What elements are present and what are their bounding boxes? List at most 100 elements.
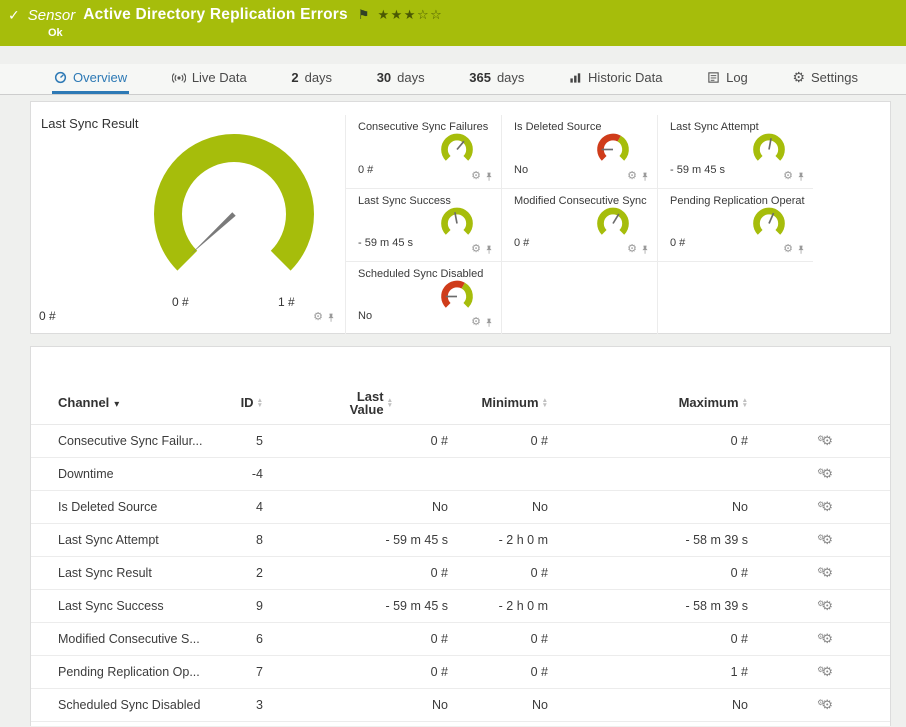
tab-365-days[interactable]: 365 days <box>467 64 526 94</box>
channel-settings-icon[interactable]: ⚙⚙ <box>817 631 833 647</box>
channel-name[interactable]: Is Deleted Source <box>58 500 203 514</box>
channel-settings-icon[interactable]: ⚙⚙ <box>817 499 833 515</box>
channel-name[interactable]: Last Sync Result <box>58 566 203 580</box>
gauge-pin-icon[interactable] <box>327 313 335 323</box>
channel-settings-icon[interactable]: ⚙⚙ <box>817 466 833 482</box>
table-row[interactable]: Consecutive Sync Failur... 5 0 # 0 # 0 #… <box>31 425 890 458</box>
column-header-last-value[interactable]: Last Value ▲ ▼ <box>263 390 448 416</box>
table-row[interactable]: Last Sync Result 2 0 # 0 # 0 # ⚙⚙ <box>31 557 890 590</box>
gauge-dial[interactable] <box>593 131 633 168</box>
gauge-tile-modified-consecutive-sync-failures[interactable]: Modified Consecutive Sync F... 0 # ⚙ <box>501 188 657 261</box>
status-badge: Ok <box>48 27 63 39</box>
gauge-tile-value: 0 # <box>670 237 686 249</box>
tab-bar: Overview Live Data 2 days 30 days 365 da… <box>0 64 906 95</box>
channel-last-value: - 59 m 45 s <box>385 533 448 547</box>
gauge-dial[interactable] <box>749 205 789 242</box>
column-header-channel[interactable]: Channel ▾ <box>58 395 203 410</box>
gauge-tile-last-sync-attempt[interactable]: Last Sync Attempt - 59 m 45 s ⚙ <box>657 115 813 188</box>
channel-settings-icon[interactable]: ⚙⚙ <box>817 664 833 680</box>
tab-live-data[interactable]: Live Data <box>170 64 249 94</box>
gauge-tile-consecutive-sync-failures[interactable]: Consecutive Sync Failures 0 # ⚙ <box>345 115 501 188</box>
table-row[interactable]: Modified Consecutive S... 6 0 # 0 # 0 # … <box>31 623 890 656</box>
table-row[interactable]: Last Sync Success 9 - 59 m 45 s - 2 h 0 … <box>31 590 890 623</box>
sort-icon[interactable]: ▲ ▼ <box>742 397 748 409</box>
column-header-maximum[interactable]: Maximum ▲ ▼ <box>548 395 748 410</box>
channel-last-value: 0 # <box>430 566 448 580</box>
main-gauge-dial[interactable] <box>139 129 329 299</box>
channel-minimum: 0 # <box>530 566 548 580</box>
gauge-gear-icon[interactable]: ⚙ <box>471 317 481 328</box>
tab-log[interactable]: Log <box>705 64 750 94</box>
gauge-pin-icon[interactable] <box>797 245 805 255</box>
gauge-pin-icon[interactable] <box>485 318 493 328</box>
channel-settings-icon[interactable]: ⚙⚙ <box>817 433 833 449</box>
table-row[interactable]: Downtime -4 ⚙⚙ <box>31 458 890 491</box>
column-header-id-label: ID <box>240 395 254 410</box>
gauge-pin-icon[interactable] <box>641 245 649 255</box>
channel-settings-icon[interactable]: ⚙⚙ <box>817 697 833 713</box>
tab-2-days[interactable]: 2 days <box>289 64 334 94</box>
gauge-tile-last-sync-success[interactable]: Last Sync Success - 59 m 45 s ⚙ <box>345 188 501 261</box>
tab-historic-data[interactable]: Historic Data <box>567 64 664 94</box>
gauge-tile-scheduled-sync-disabled[interactable]: Scheduled Sync Disabled No ⚙ <box>345 261 501 334</box>
channel-name[interactable]: Downtime <box>58 467 203 481</box>
channel-name[interactable]: Scheduled Sync Disabled <box>58 698 203 712</box>
tab-historic-data-label: Historic Data <box>588 70 663 85</box>
tab-365-days-number: 365 <box>469 70 491 85</box>
table-row[interactable]: Scheduled Sync Disabled 3 No No No ⚙⚙ <box>31 689 890 722</box>
gauge-gear-icon[interactable]: ⚙ <box>313 312 323 323</box>
gauge-pin-icon[interactable] <box>797 172 805 182</box>
channel-settings-icon[interactable]: ⚙⚙ <box>817 565 833 581</box>
gauge-dial[interactable] <box>749 131 789 168</box>
gauge-pin-icon[interactable] <box>485 172 493 182</box>
priority-flag-icon[interactable]: ⚑ <box>358 7 370 23</box>
channel-id: 7 <box>256 665 263 679</box>
gauge-gear-icon[interactable]: ⚙ <box>783 171 793 182</box>
small-gauges-grid: Consecutive Sync Failures 0 # ⚙ Is Delet… <box>345 115 813 334</box>
column-header-minimum[interactable]: Minimum ▲ ▼ <box>448 395 549 410</box>
channel-id: 2 <box>256 566 263 580</box>
gauge-gear-icon[interactable]: ⚙ <box>627 171 637 182</box>
channel-name[interactable]: Pending Replication Op... <box>58 665 203 679</box>
status-check-icon: ✓ <box>8 6 20 23</box>
column-header-id[interactable]: ID ▲ ▼ <box>203 395 263 410</box>
column-header-minimum-label: Minimum <box>481 395 539 410</box>
channel-maximum: No <box>732 500 748 514</box>
gauge-tile-value: No <box>514 164 529 176</box>
tab-settings[interactable]: ⚙ Settings <box>790 64 860 94</box>
gauge-tile-is-deleted-source[interactable]: Is Deleted Source No ⚙ <box>501 115 657 188</box>
sort-icon[interactable]: ▲ ▼ <box>387 397 393 409</box>
channel-maximum: - 58 m 39 s <box>685 599 748 613</box>
channel-minimum: No <box>532 698 548 712</box>
tab-overview[interactable]: Overview <box>52 64 130 94</box>
gauge-dial[interactable] <box>437 131 477 168</box>
channel-maximum: 0 # <box>730 632 748 646</box>
channel-name[interactable]: Consecutive Sync Failur... <box>58 434 203 448</box>
gauge-dial[interactable] <box>593 205 633 242</box>
main-gauge[interactable]: Last Sync Result 0 # 0 # 1 # ⚙ <box>31 102 345 333</box>
priority-stars[interactable]: ★★★☆☆ <box>377 7 443 23</box>
table-row[interactable]: Pending Replication Op... 7 0 # 0 # 1 # … <box>31 656 890 689</box>
gauge-gear-icon[interactable]: ⚙ <box>471 171 481 182</box>
channel-settings-icon[interactable]: ⚙⚙ <box>817 532 833 548</box>
channel-settings-icon[interactable]: ⚙⚙ <box>817 598 833 614</box>
channel-last-value: No <box>432 500 448 514</box>
channel-name[interactable]: Last Sync Success <box>58 599 203 613</box>
gauge-dial[interactable] <box>437 278 477 315</box>
table-row[interactable]: Last Sync Attempt 8 - 59 m 45 s - 2 h 0 … <box>31 524 890 557</box>
channel-name[interactable]: Last Sync Attempt <box>58 533 203 547</box>
table-row[interactable]: Is Deleted Source 4 No No No ⚙⚙ <box>31 491 890 524</box>
gauge-pin-icon[interactable] <box>485 245 493 255</box>
gauge-tile-pending-replication-operations[interactable]: Pending Replication Operatio... 0 # ⚙ <box>657 188 813 261</box>
channel-name[interactable]: Modified Consecutive S... <box>58 632 203 646</box>
sensor-kind-label: Sensor <box>27 6 76 24</box>
tab-30-days[interactable]: 30 days <box>375 64 427 94</box>
gauge-tile-value: - 59 m 45 s <box>358 237 414 249</box>
gauge-dial[interactable] <box>437 205 477 242</box>
sensor-header: ✓ Sensor Active Directory Replication Er… <box>0 0 906 46</box>
gauge-pin-icon[interactable] <box>641 172 649 182</box>
gauge-gear-icon[interactable]: ⚙ <box>783 244 793 255</box>
tab-30-days-label: days <box>397 70 425 85</box>
gauge-gear-icon[interactable]: ⚙ <box>627 244 637 255</box>
gauge-gear-icon[interactable]: ⚙ <box>471 244 481 255</box>
